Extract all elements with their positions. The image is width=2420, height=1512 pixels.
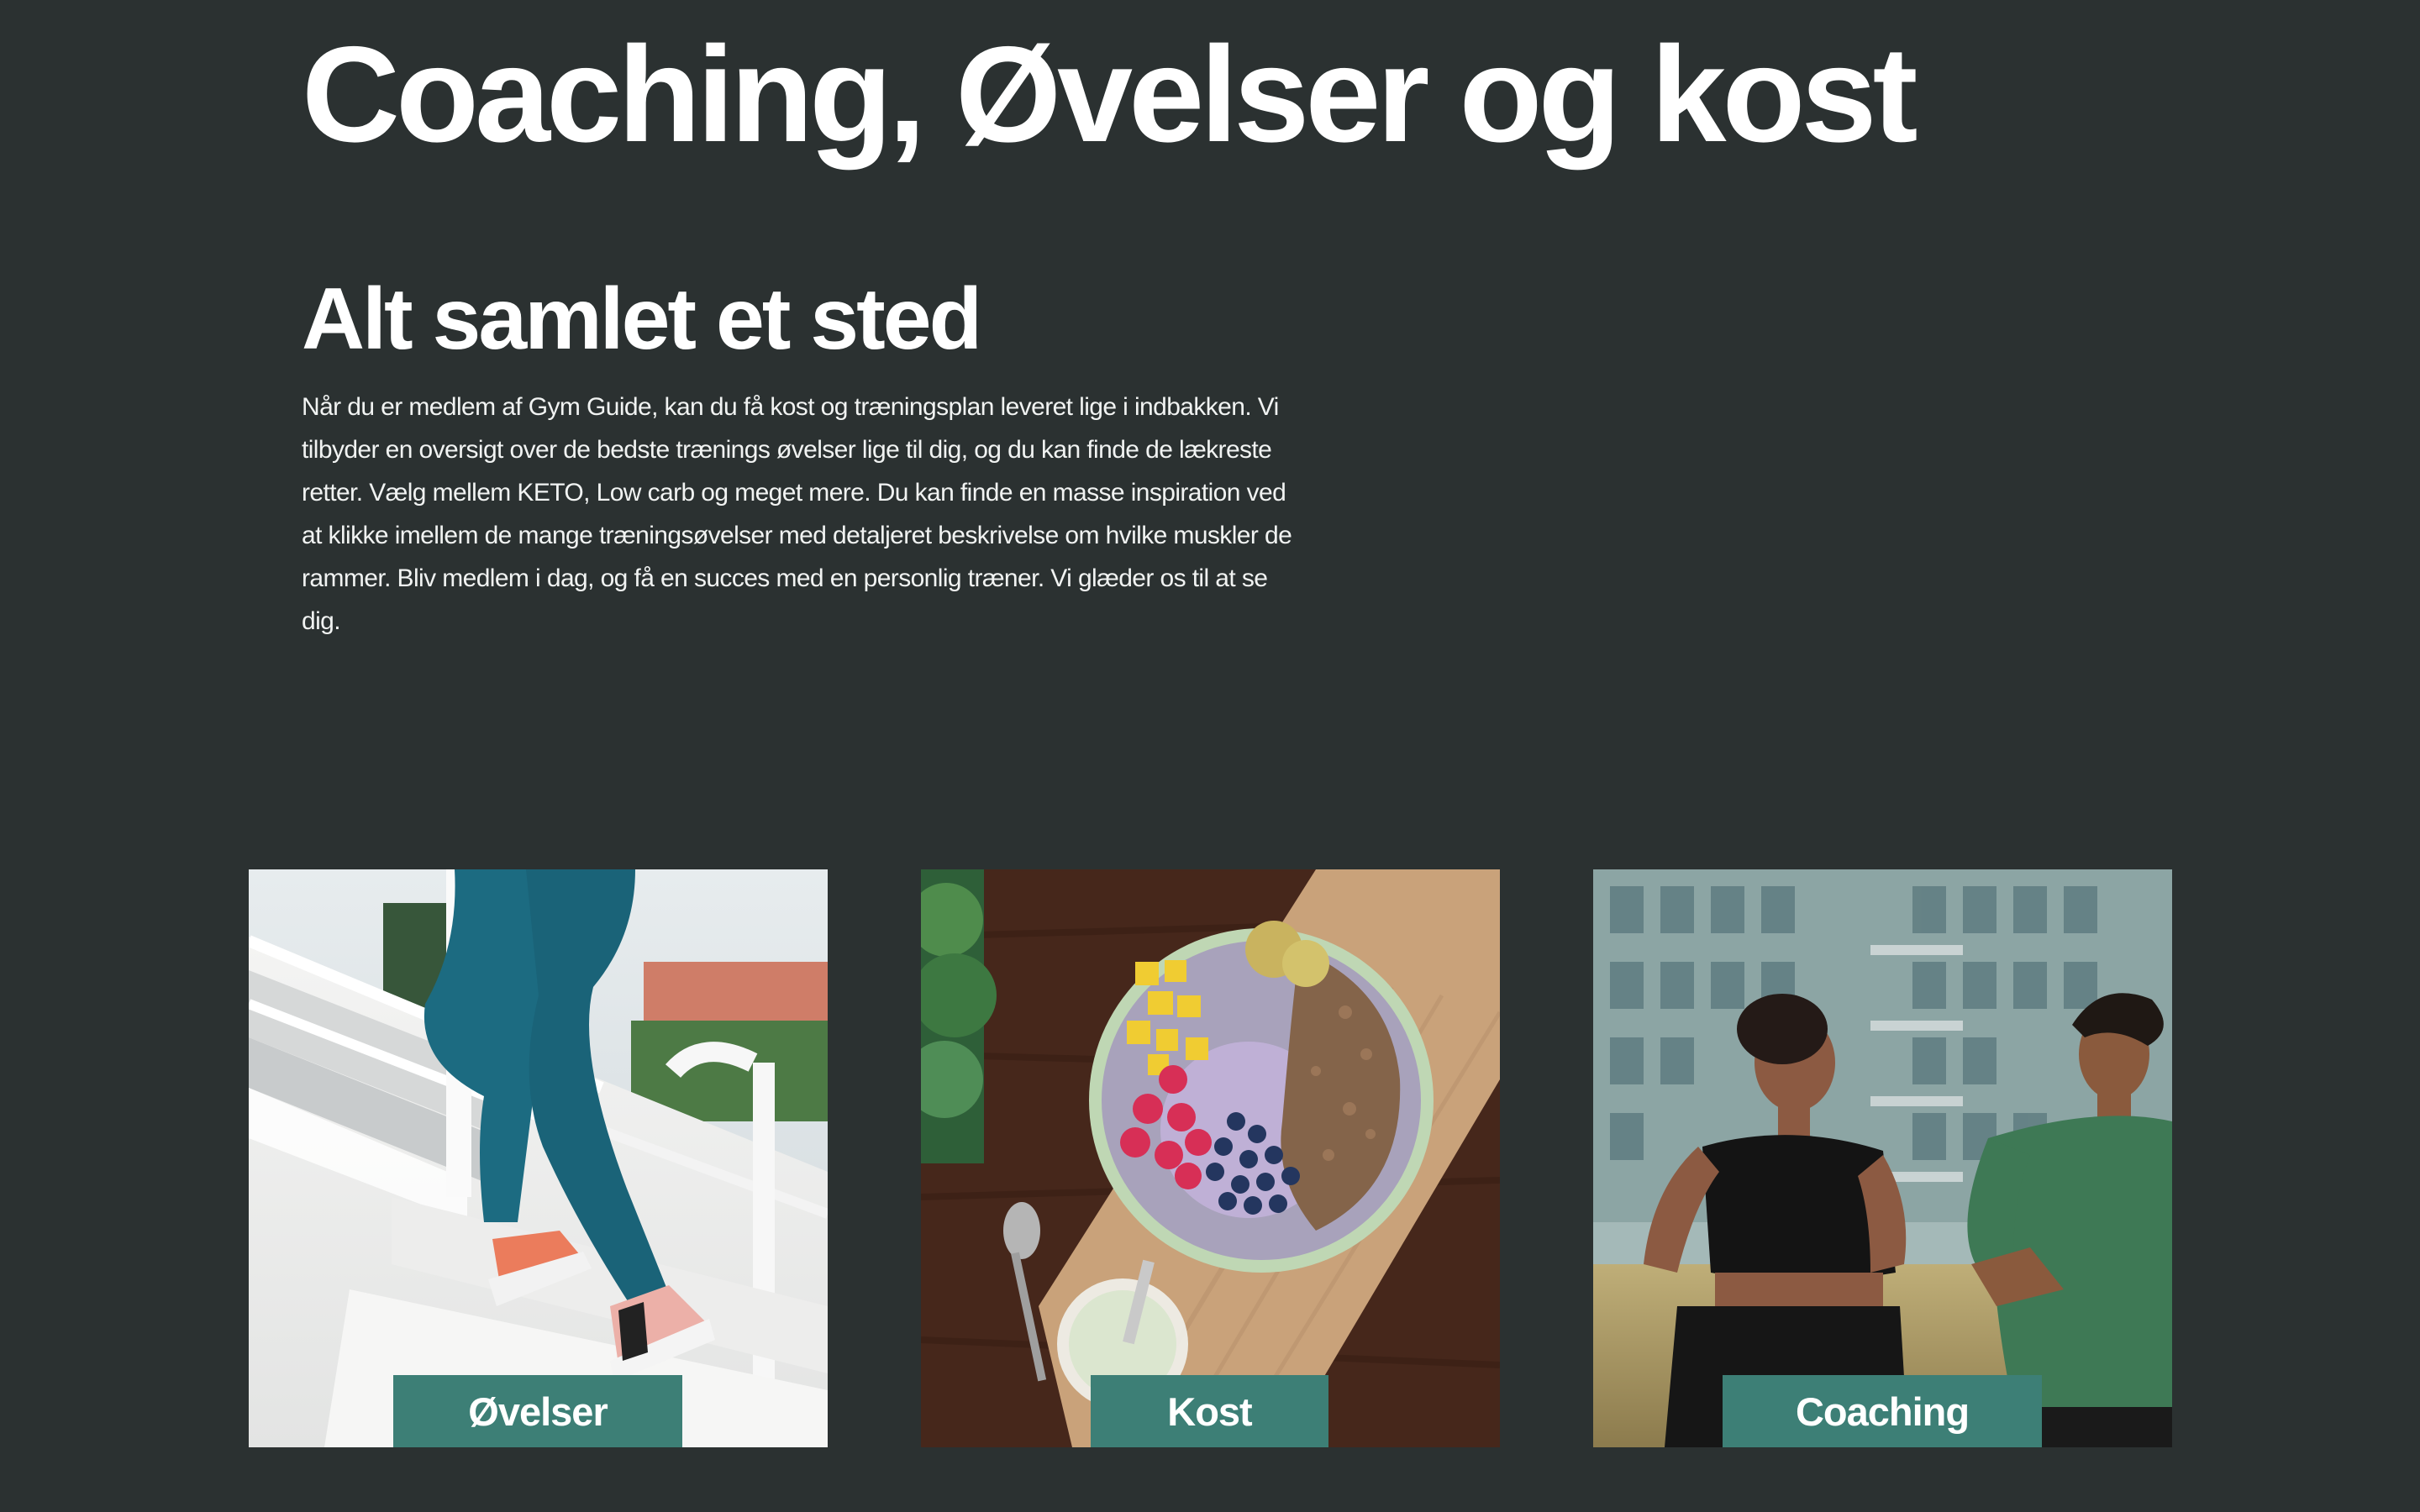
card-label-kost: Kost [1091, 1375, 1328, 1447]
card-kost[interactable]: Kost [921, 869, 1500, 1447]
section-title: Alt samlet et sted [302, 270, 982, 369]
card-label-coaching: Coaching [1723, 1375, 2042, 1447]
card-ovelser[interactable]: Øvelser [249, 869, 828, 1447]
page: Coaching, Øvelser og kost Alt samlet et … [0, 0, 2420, 1512]
coaching-image [1593, 869, 2172, 1447]
exercise-image [249, 869, 828, 1447]
card-coaching[interactable]: Coaching [1593, 869, 2172, 1447]
card-label-ovelser: Øvelser [393, 1375, 682, 1447]
intro-paragraph: Når du er medlem af Gym Guide, kan du få… [302, 393, 1292, 636]
hero-section: Coaching, Øvelser og kost Alt samlet et … [302, 18, 1918, 668]
category-cards: Øvelser Kost Coaching [249, 869, 2173, 1447]
food-bowl-image [921, 869, 1500, 1447]
page-title: Coaching, Øvelser og kost [302, 18, 1918, 171]
